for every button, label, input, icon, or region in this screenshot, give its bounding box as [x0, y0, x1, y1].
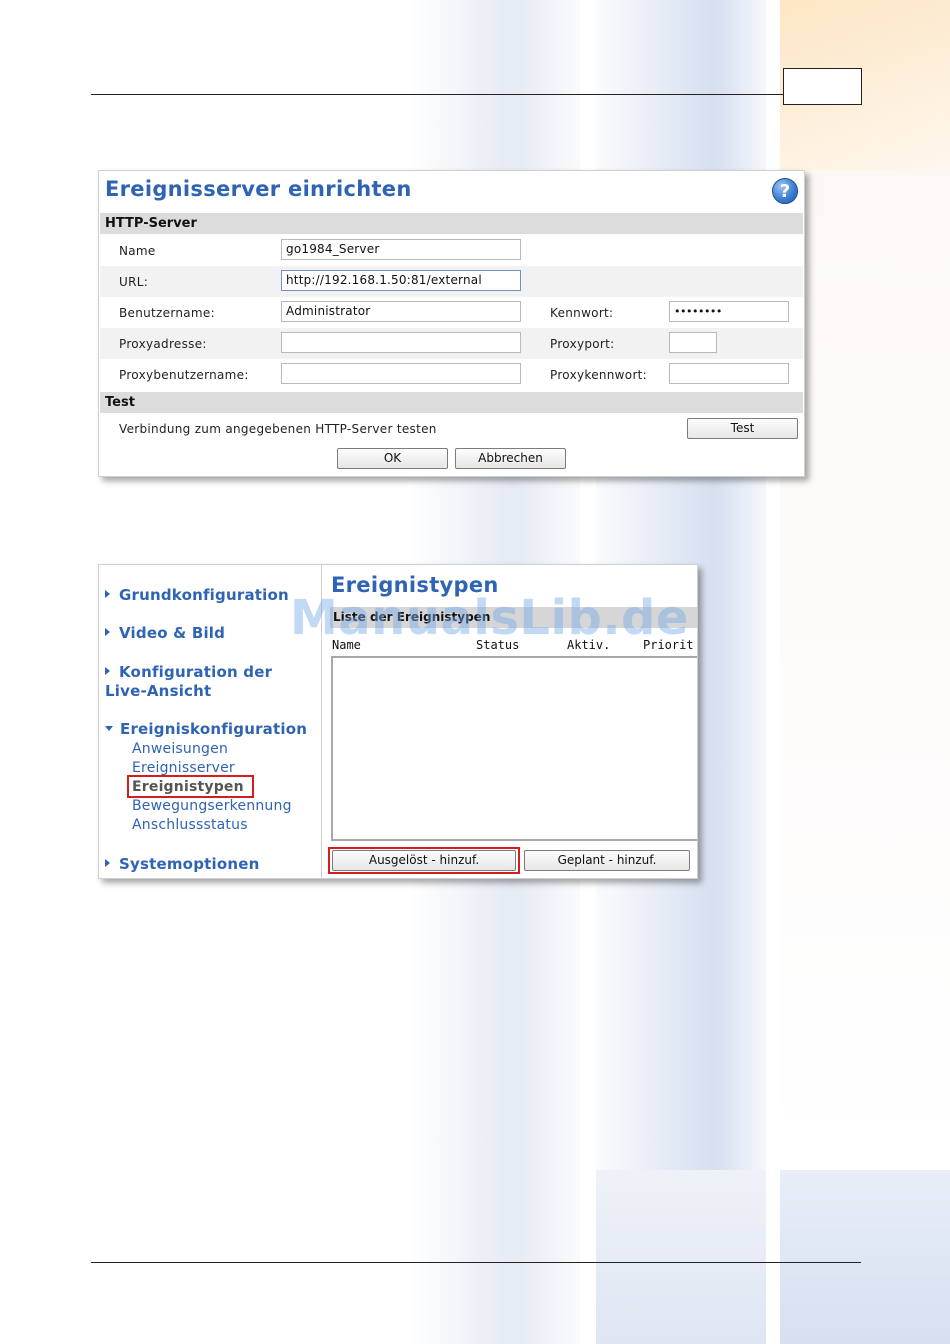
- form-row-proxy-credentials: Proxybenutzername: Proxykennwort:: [100, 359, 803, 390]
- column-header-aktiv: Aktiv.: [567, 638, 611, 652]
- sidebar-item-label: Live-Ansicht: [105, 682, 212, 700]
- sidebar-item-live-ansicht-line2[interactable]: Live-Ansicht: [105, 682, 211, 701]
- add-scheduled-button[interactable]: Geplant - hinzuf.: [524, 850, 690, 871]
- column-header-name: Name: [332, 638, 361, 652]
- sidebar-item-label: Systemoptionen: [119, 855, 260, 873]
- header-rule: [91, 94, 783, 95]
- username-label: Benutzername:: [119, 306, 215, 320]
- password-input[interactable]: ••••••••: [669, 301, 789, 322]
- proxy-address-label: Proxyadresse:: [119, 337, 207, 351]
- sidebar-item-label: Video & Bild: [119, 624, 226, 642]
- page-number-box: [783, 68, 862, 105]
- chevron-right-icon: [105, 859, 110, 867]
- column-header-prioritaet: Priorit: [643, 638, 694, 652]
- url-input[interactable]: http://192.168.1.50:81/external: [281, 270, 521, 291]
- username-input[interactable]: Administrator: [281, 301, 521, 322]
- chevron-right-icon: [105, 590, 110, 598]
- sidebar-subitem-anweisungen[interactable]: Anweisungen: [132, 740, 228, 758]
- ok-button[interactable]: OK: [337, 448, 448, 469]
- chevron-right-icon: [105, 628, 110, 636]
- sidebar-item-systemoptionen[interactable]: Systemoptionen: [105, 855, 259, 874]
- test-row: Verbindung zum angegebenen HTTP-Server t…: [100, 414, 803, 445]
- background-corner: [780, 1170, 950, 1344]
- chevron-down-icon: [105, 726, 113, 731]
- sidebar-item-label: Konfiguration der: [119, 663, 273, 681]
- form-row-proxy: Proxyadresse: Proxyport:: [100, 328, 803, 359]
- proxy-user-input[interactable]: [281, 363, 521, 384]
- column-header-status: Status: [476, 638, 520, 652]
- cancel-button[interactable]: Abbrechen: [455, 448, 566, 469]
- proxy-port-label: Proxyport:: [550, 337, 615, 351]
- proxy-port-input[interactable]: [669, 332, 717, 353]
- password-label: Kennwort:: [550, 306, 614, 320]
- section-header-http: HTTP-Server: [100, 213, 803, 234]
- form-row-name: Name go1984_Server: [100, 235, 803, 266]
- page-title: Ereignistypen: [331, 573, 499, 597]
- sidebar-item-ereigniskonfiguration[interactable]: Ereigniskonfiguration: [105, 720, 307, 739]
- sidebar-subitem-anschlussstatus[interactable]: Anschlussstatus: [132, 816, 248, 834]
- chevron-right-icon: [105, 667, 110, 675]
- sidebar-item-grundkonfiguration[interactable]: Grundkonfiguration: [105, 586, 289, 605]
- sidebar-item-label: Grundkonfiguration: [119, 586, 289, 604]
- footer-rule: [91, 1262, 861, 1263]
- background-stripe: [596, 1170, 766, 1344]
- proxy-address-input[interactable]: [281, 332, 521, 353]
- add-triggered-button[interactable]: Ausgelöst - hinzuf.: [332, 850, 516, 871]
- section-header-test: Test: [100, 392, 803, 413]
- help-icon[interactable]: ?: [772, 178, 798, 204]
- proxy-user-label: Proxybenutzername:: [119, 368, 249, 382]
- name-input[interactable]: go1984_Server: [281, 239, 521, 260]
- test-description: Verbindung zum angegebenen HTTP-Server t…: [119, 422, 437, 436]
- proxy-password-input[interactable]: [669, 363, 789, 384]
- test-button[interactable]: Test: [687, 418, 798, 439]
- name-label: Name: [119, 244, 156, 258]
- sidebar-subitem-bewegungserkennung[interactable]: Bewegungserkennung: [132, 797, 292, 815]
- background-stripe: [780, 170, 950, 1170]
- sidebar-item-video-bild[interactable]: Video & Bild: [105, 624, 225, 643]
- panel-title: Ereignisserver einrichten: [105, 177, 412, 201]
- proxy-password-label: Proxykennwort:: [550, 368, 648, 382]
- form-row-credentials: Benutzername: Administrator Kennwort: ••…: [100, 297, 803, 328]
- highlight-box: [127, 775, 254, 798]
- form-row-url: URL: http://192.168.1.50:81/external: [100, 266, 803, 297]
- url-label: URL:: [119, 275, 149, 289]
- sidebar-item-label: Ereigniskonfiguration: [120, 720, 308, 738]
- sidebar-nav: Grundkonfiguration Video & Bild Konfigur…: [99, 565, 322, 878]
- event-server-setup-panel: Ereignisserver einrichten ? HTTP-Server …: [98, 170, 805, 477]
- event-types-list[interactable]: [331, 656, 697, 841]
- event-types-panel: Grundkonfiguration Video & Bild Konfigur…: [98, 564, 698, 879]
- list-header: Liste der Ereignistypen: [330, 607, 697, 628]
- sidebar-item-live-ansicht[interactable]: Konfiguration der: [105, 663, 272, 682]
- event-types-content: Ereignistypen Liste der Ereignistypen Na…: [322, 565, 697, 878]
